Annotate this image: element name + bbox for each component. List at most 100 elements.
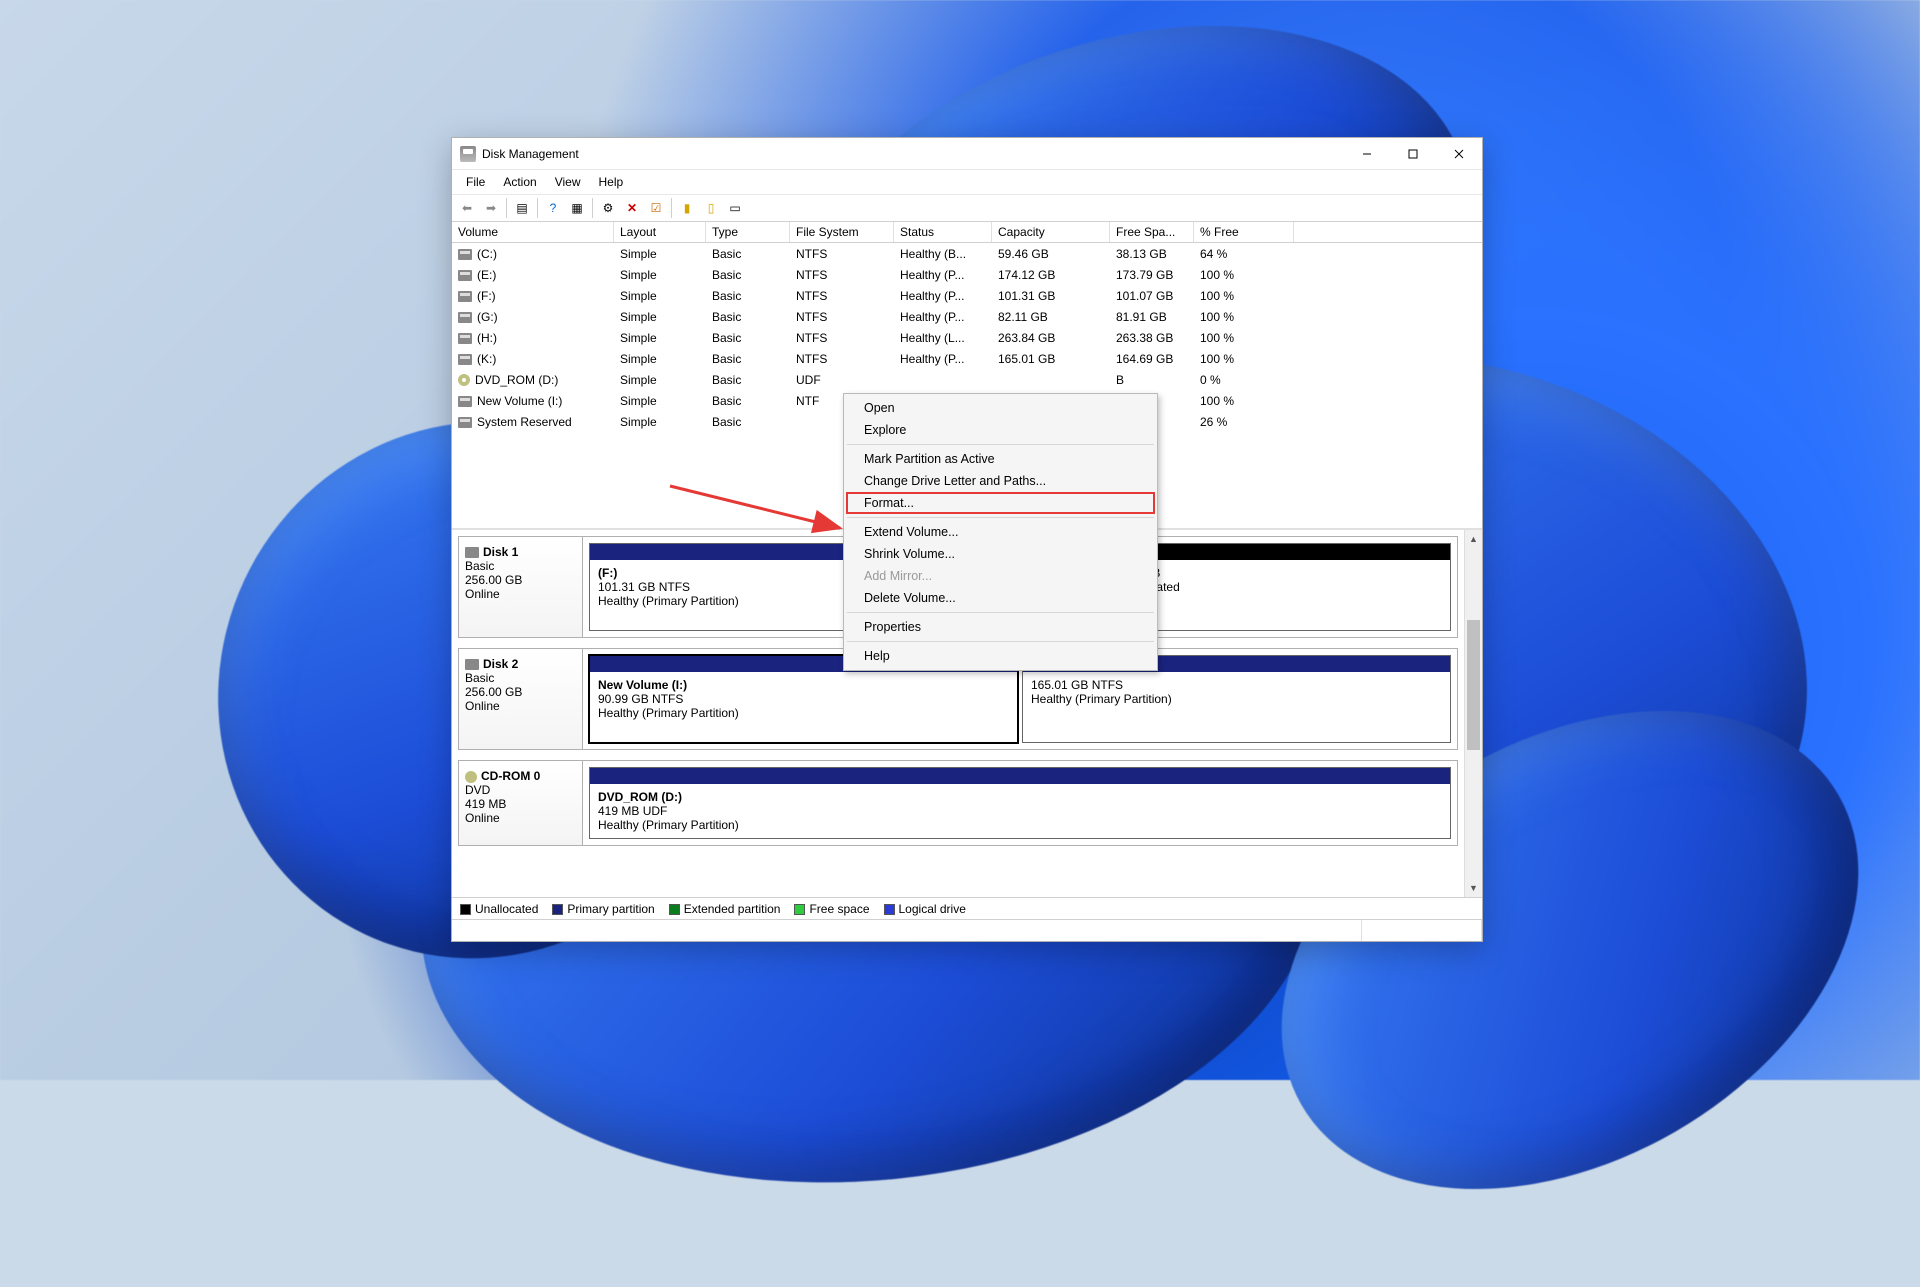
disk-label: Disk 1 xyxy=(483,545,518,559)
disk-state: Online xyxy=(465,699,500,713)
disk-type: Basic xyxy=(465,671,494,685)
volume-status: Healthy (P... xyxy=(894,289,992,303)
scroll-thumb[interactable] xyxy=(1467,620,1480,750)
view-button[interactable]: ▭ xyxy=(724,197,746,219)
col-header-free[interactable]: Free Spa... xyxy=(1110,222,1194,242)
ctx-add-mirror: Add Mirror... xyxy=(846,565,1155,587)
volume-free: 38.13 GB xyxy=(1110,247,1194,261)
back-button[interactable]: ⬅ xyxy=(456,197,478,219)
menu-help[interactable]: Help xyxy=(591,173,632,191)
col-header-status[interactable]: Status xyxy=(894,222,992,242)
volume-name: DVD_ROM (D:) xyxy=(475,373,558,387)
col-header-pctfree[interactable]: % Free xyxy=(1194,222,1294,242)
col-header-type[interactable]: Type xyxy=(706,222,790,242)
new-button[interactable]: ▮ xyxy=(676,197,698,219)
ctx-format[interactable]: Format... xyxy=(846,492,1155,514)
ctx-properties[interactable]: Properties xyxy=(846,616,1155,638)
volume-fs: NTFS xyxy=(790,289,894,303)
ctx-explore[interactable]: Explore xyxy=(846,419,1155,441)
ctx-change-letter[interactable]: Change Drive Letter and Paths... xyxy=(846,470,1155,492)
volume-name: (K:) xyxy=(477,352,496,366)
hdd-icon xyxy=(458,333,472,344)
partition-size: 165.01 GB NTFS xyxy=(1031,678,1123,692)
menu-view[interactable]: View xyxy=(547,173,589,191)
disk-info[interactable]: Disk 2Basic256.00 GBOnline xyxy=(459,649,583,749)
volume-capacity: 263.84 GB xyxy=(992,331,1110,345)
legend-unallocated: Unallocated xyxy=(475,902,538,916)
scroll-up-icon[interactable]: ▲ xyxy=(1465,530,1482,548)
titlebar[interactable]: Disk Management xyxy=(452,138,1482,170)
hdd-icon xyxy=(458,396,472,407)
menu-action[interactable]: Action xyxy=(495,173,544,191)
ctx-extend[interactable]: Extend Volume... xyxy=(846,521,1155,543)
volume-fs: NTFS xyxy=(790,352,894,366)
volume-type: Basic xyxy=(706,394,790,408)
col-header-volume[interactable]: Volume xyxy=(452,222,614,242)
delete-button[interactable]: ✕ xyxy=(621,197,643,219)
help-button[interactable]: ? xyxy=(542,197,564,219)
volume-row[interactable]: (C:)SimpleBasicNTFSHealthy (B...59.46 GB… xyxy=(452,243,1482,264)
minimize-button[interactable] xyxy=(1344,138,1390,169)
legend-free: Free space xyxy=(809,902,869,916)
partition[interactable]: 2.58 GBUnallocated xyxy=(1107,543,1451,631)
menu-file[interactable]: File xyxy=(458,173,493,191)
cd-icon xyxy=(458,374,470,386)
partition-size: 90.99 GB NTFS xyxy=(598,692,683,706)
volume-row[interactable]: (H:)SimpleBasicNTFSHealthy (L...263.84 G… xyxy=(452,327,1482,348)
volume-row[interactable]: (F:)SimpleBasicNTFSHealthy (P...101.31 G… xyxy=(452,285,1482,306)
forward-button[interactable]: ➡ xyxy=(480,197,502,219)
volume-type: Basic xyxy=(706,373,790,387)
maximize-button[interactable] xyxy=(1390,138,1436,169)
partition-header xyxy=(1108,544,1450,560)
legend-logical: Logical drive xyxy=(899,902,966,916)
volume-row[interactable]: (K:)SimpleBasicNTFSHealthy (P...165.01 G… xyxy=(452,348,1482,369)
volume-layout: Simple xyxy=(614,310,706,324)
col-header-capacity[interactable]: Capacity xyxy=(992,222,1110,242)
ctx-shrink[interactable]: Shrink Volume... xyxy=(846,543,1155,565)
cd-icon xyxy=(465,771,477,783)
volume-row[interactable]: (E:)SimpleBasicNTFSHealthy (P...174.12 G… xyxy=(452,264,1482,285)
volume-name: (F:) xyxy=(477,289,496,303)
disk-info[interactable]: Disk 1Basic256.00 GBOnline xyxy=(459,537,583,637)
hdd-icon xyxy=(458,312,472,323)
col-header-layout[interactable]: Layout xyxy=(614,222,706,242)
ctx-delete[interactable]: Delete Volume... xyxy=(846,587,1155,609)
volume-capacity: 59.46 GB xyxy=(992,247,1110,261)
volume-name: (E:) xyxy=(477,268,496,282)
volume-status: Healthy (P... xyxy=(894,268,992,282)
volume-name: (C:) xyxy=(477,247,497,261)
volume-row[interactable]: DVD_ROM (D:)SimpleBasicUDFB0 % xyxy=(452,369,1482,390)
volume-layout: Simple xyxy=(614,268,706,282)
scroll-down-icon[interactable]: ▼ xyxy=(1465,879,1482,897)
volume-type: Basic xyxy=(706,268,790,282)
volume-capacity: 174.12 GB xyxy=(992,268,1110,282)
volume-free: 81.91 GB xyxy=(1110,310,1194,324)
legend: Unallocated Primary partition Extended p… xyxy=(452,897,1482,919)
ctx-mark-active[interactable]: Mark Partition as Active xyxy=(846,448,1155,470)
volume-name: New Volume (I:) xyxy=(477,394,562,408)
close-button[interactable] xyxy=(1436,138,1482,169)
ctx-help[interactable]: Help xyxy=(846,645,1155,667)
ctx-open[interactable]: Open xyxy=(846,397,1155,419)
properties-button[interactable]: ▯ xyxy=(700,197,722,219)
disk-info[interactable]: CD-ROM 0DVD419 MBOnline xyxy=(459,761,583,845)
partition-size: 101.31 GB NTFS xyxy=(598,580,690,594)
settings-button[interactable]: ⚙ xyxy=(597,197,619,219)
refresh-button[interactable]: ▦ xyxy=(566,197,588,219)
volume-row[interactable]: (G:)SimpleBasicNTFSHealthy (P...82.11 GB… xyxy=(452,306,1482,327)
disk-row: CD-ROM 0DVD419 MBOnlineDVD_ROM (D:)419 M… xyxy=(458,760,1458,846)
volume-free: 101.07 GB xyxy=(1110,289,1194,303)
vertical-scrollbar[interactable]: ▲ ▼ xyxy=(1464,530,1482,897)
volume-type: Basic xyxy=(706,310,790,324)
partition-title: DVD_ROM (D:) xyxy=(598,790,682,804)
volume-free: 263.38 GB xyxy=(1110,331,1194,345)
statusbar xyxy=(452,919,1482,941)
context-menu: Open Explore Mark Partition as Active Ch… xyxy=(843,393,1158,671)
partition-status: Healthy (Primary Partition) xyxy=(1031,692,1172,706)
col-header-filesystem[interactable]: File System xyxy=(790,222,894,242)
show-hide-tree-button[interactable]: ▤ xyxy=(511,197,533,219)
partition[interactable]: DVD_ROM (D:)419 MB UDFHealthy (Primary P… xyxy=(589,767,1451,839)
volume-layout: Simple xyxy=(614,289,706,303)
volume-layout: Simple xyxy=(614,415,706,429)
check-button[interactable]: ☑ xyxy=(645,197,667,219)
